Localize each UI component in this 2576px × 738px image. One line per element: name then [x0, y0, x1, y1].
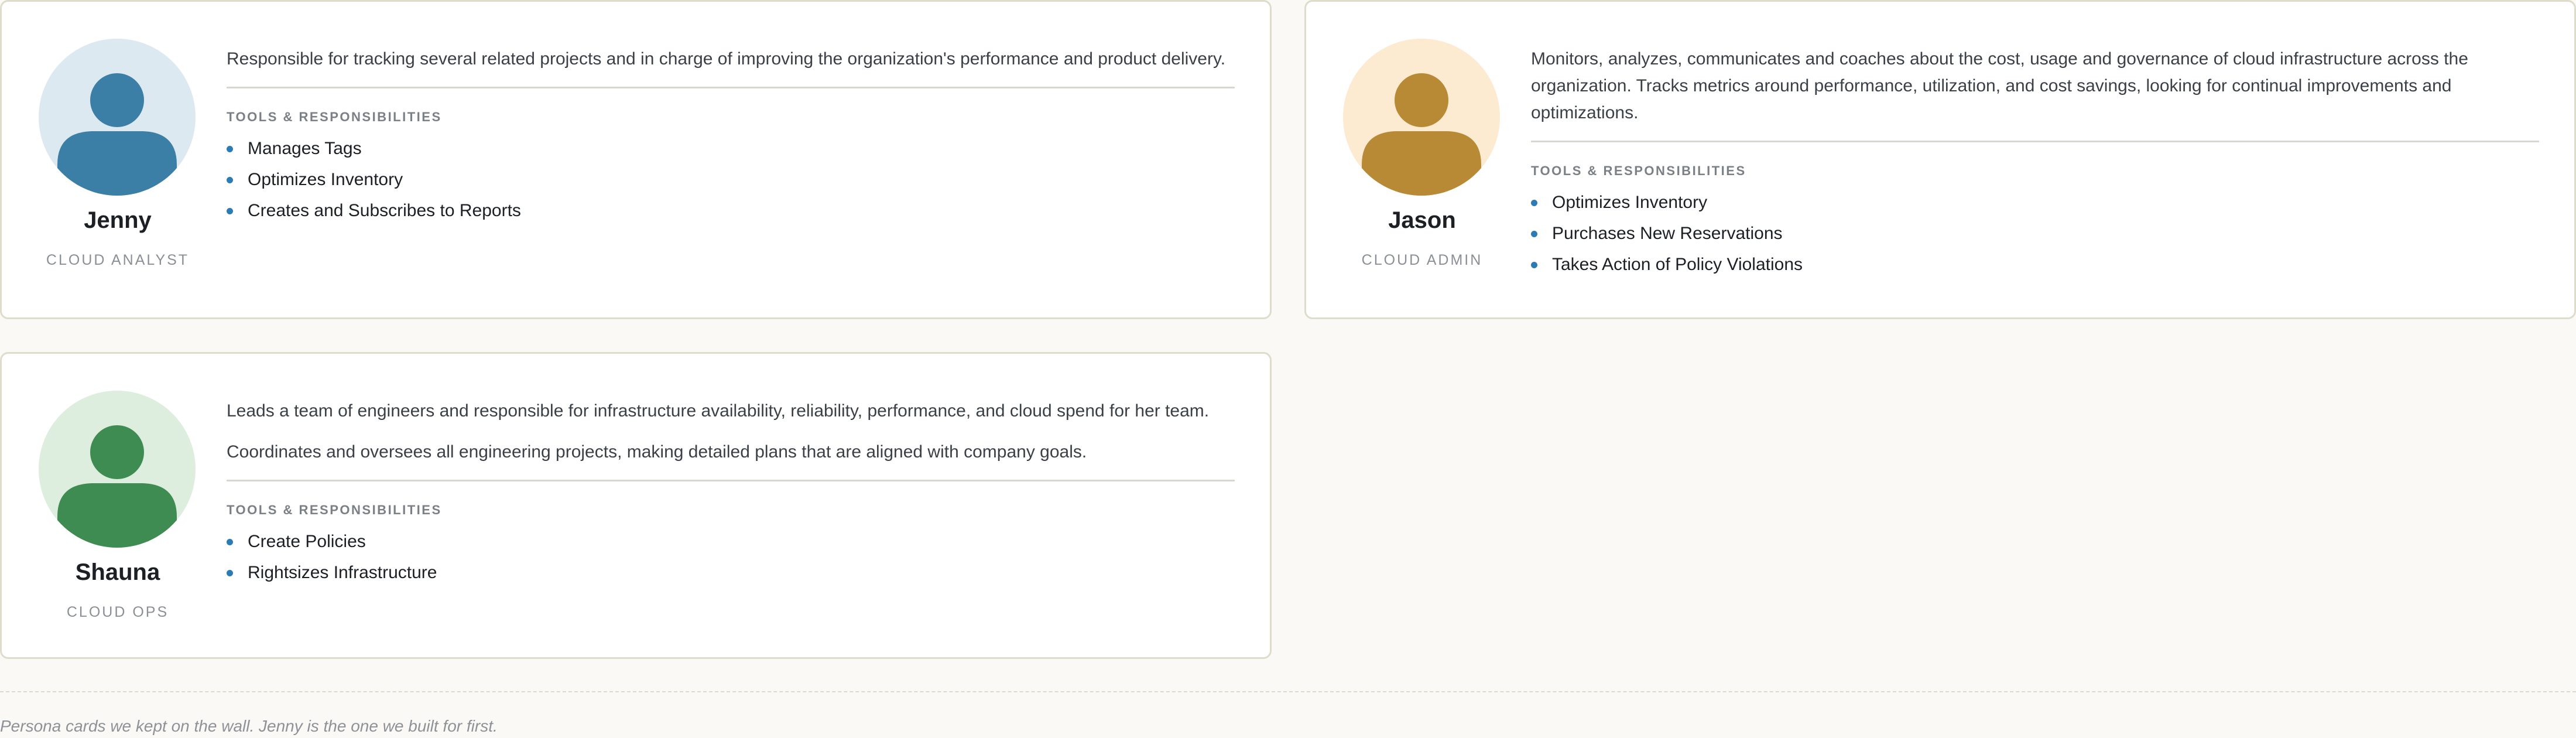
persona-board: Jenny CLOUD ANALYST Responsible for trac…	[0, 0, 2576, 738]
avatar	[39, 39, 196, 196]
persona-role: CLOUD ADMIN	[1361, 252, 1483, 268]
person-icon	[39, 391, 196, 548]
list-item: Create Policies	[227, 526, 1235, 557]
avatar	[1343, 39, 1500, 196]
section-title: TOOLS & RESPONSIBILITIES	[227, 503, 442, 517]
section-title: TOOLS & RESPONSIBILITIES	[227, 110, 442, 124]
caption: Persona cards we kept on the wall. Jenny…	[0, 717, 498, 735]
responsibility-label: Optimizes Inventory	[248, 170, 403, 189]
persona-description: Responsible for tracking several related…	[227, 49, 1226, 69]
bullet-icon	[227, 177, 233, 183]
persona-name: Jenny	[84, 207, 152, 233]
persona-description: Leads a team of engineers and responsibl…	[227, 401, 1210, 421]
bullet-icon	[1531, 200, 1537, 206]
bullet-icon	[1531, 231, 1537, 237]
section-title: TOOLS & RESPONSIBILITIES	[1531, 163, 1746, 178]
persona-card-shauna: Shauna CLOUD OPS Leads a team of enginee…	[0, 352, 1272, 659]
responsibility-list: Create Policies Rightsizes Infrastructur…	[227, 526, 1235, 588]
bullet-icon	[227, 570, 233, 576]
persona-description: Coordinates and oversees all engineering…	[227, 442, 1087, 462]
persona-details: Leads a team of engineers and responsibl…	[227, 398, 1235, 588]
bullet-icon	[227, 146, 233, 152]
persona-name: Jason	[1388, 207, 1456, 233]
divider	[227, 480, 1235, 481]
responsibility-label: Manages Tags	[248, 139, 362, 158]
responsibility-label: Purchases New Reservations	[1552, 224, 1783, 243]
persona-details: Responsible for tracking several related…	[227, 46, 1235, 226]
list-item: Optimizes Inventory	[227, 164, 1235, 195]
list-item: Purchases New Reservations	[1531, 218, 2539, 249]
divider	[1531, 141, 2539, 142]
responsibility-label: Takes Action of Policy Violations	[1552, 255, 1803, 274]
person-icon	[1343, 39, 1500, 196]
persona-role: CLOUD OPS	[66, 604, 169, 620]
list-item: Manages Tags	[227, 133, 1235, 164]
persona-details: Monitors, analyzes, communicates and coa…	[1531, 46, 2539, 280]
list-item: Rightsizes Infrastructure	[227, 557, 1235, 588]
responsibility-label: Create Policies	[248, 532, 366, 551]
responsibility-label: Optimizes Inventory	[1552, 193, 1708, 212]
list-item: Optimizes Inventory	[1531, 187, 2539, 218]
bullet-icon	[227, 539, 233, 545]
persona-role: CLOUD ANALYST	[46, 252, 190, 268]
responsibility-label: Rightsizes Infrastructure	[248, 563, 437, 582]
list-item: Takes Action of Policy Violations	[1531, 249, 2539, 280]
divider	[0, 691, 2576, 692]
divider	[227, 87, 1235, 88]
persona-card-jenny: Jenny CLOUD ANALYST Responsible for trac…	[0, 0, 1272, 319]
responsibility-list: Manages Tags Optimizes Inventory Creates…	[227, 133, 1235, 226]
bullet-icon	[1531, 262, 1537, 268]
responsibility-label: Creates and Subscribes to Reports	[248, 201, 521, 220]
bullet-icon	[227, 208, 233, 214]
avatar	[39, 391, 196, 548]
persona-card-jason: Jason CLOUD ADMIN Monitors, analyzes, co…	[1304, 0, 2576, 319]
responsibility-list: Optimizes Inventory Purchases New Reserv…	[1531, 187, 2539, 280]
person-icon	[39, 39, 196, 196]
persona-description: Monitors, analyzes, communicates and coa…	[1531, 49, 2468, 122]
list-item: Creates and Subscribes to Reports	[227, 195, 1235, 226]
persona-name: Shauna	[75, 559, 160, 585]
